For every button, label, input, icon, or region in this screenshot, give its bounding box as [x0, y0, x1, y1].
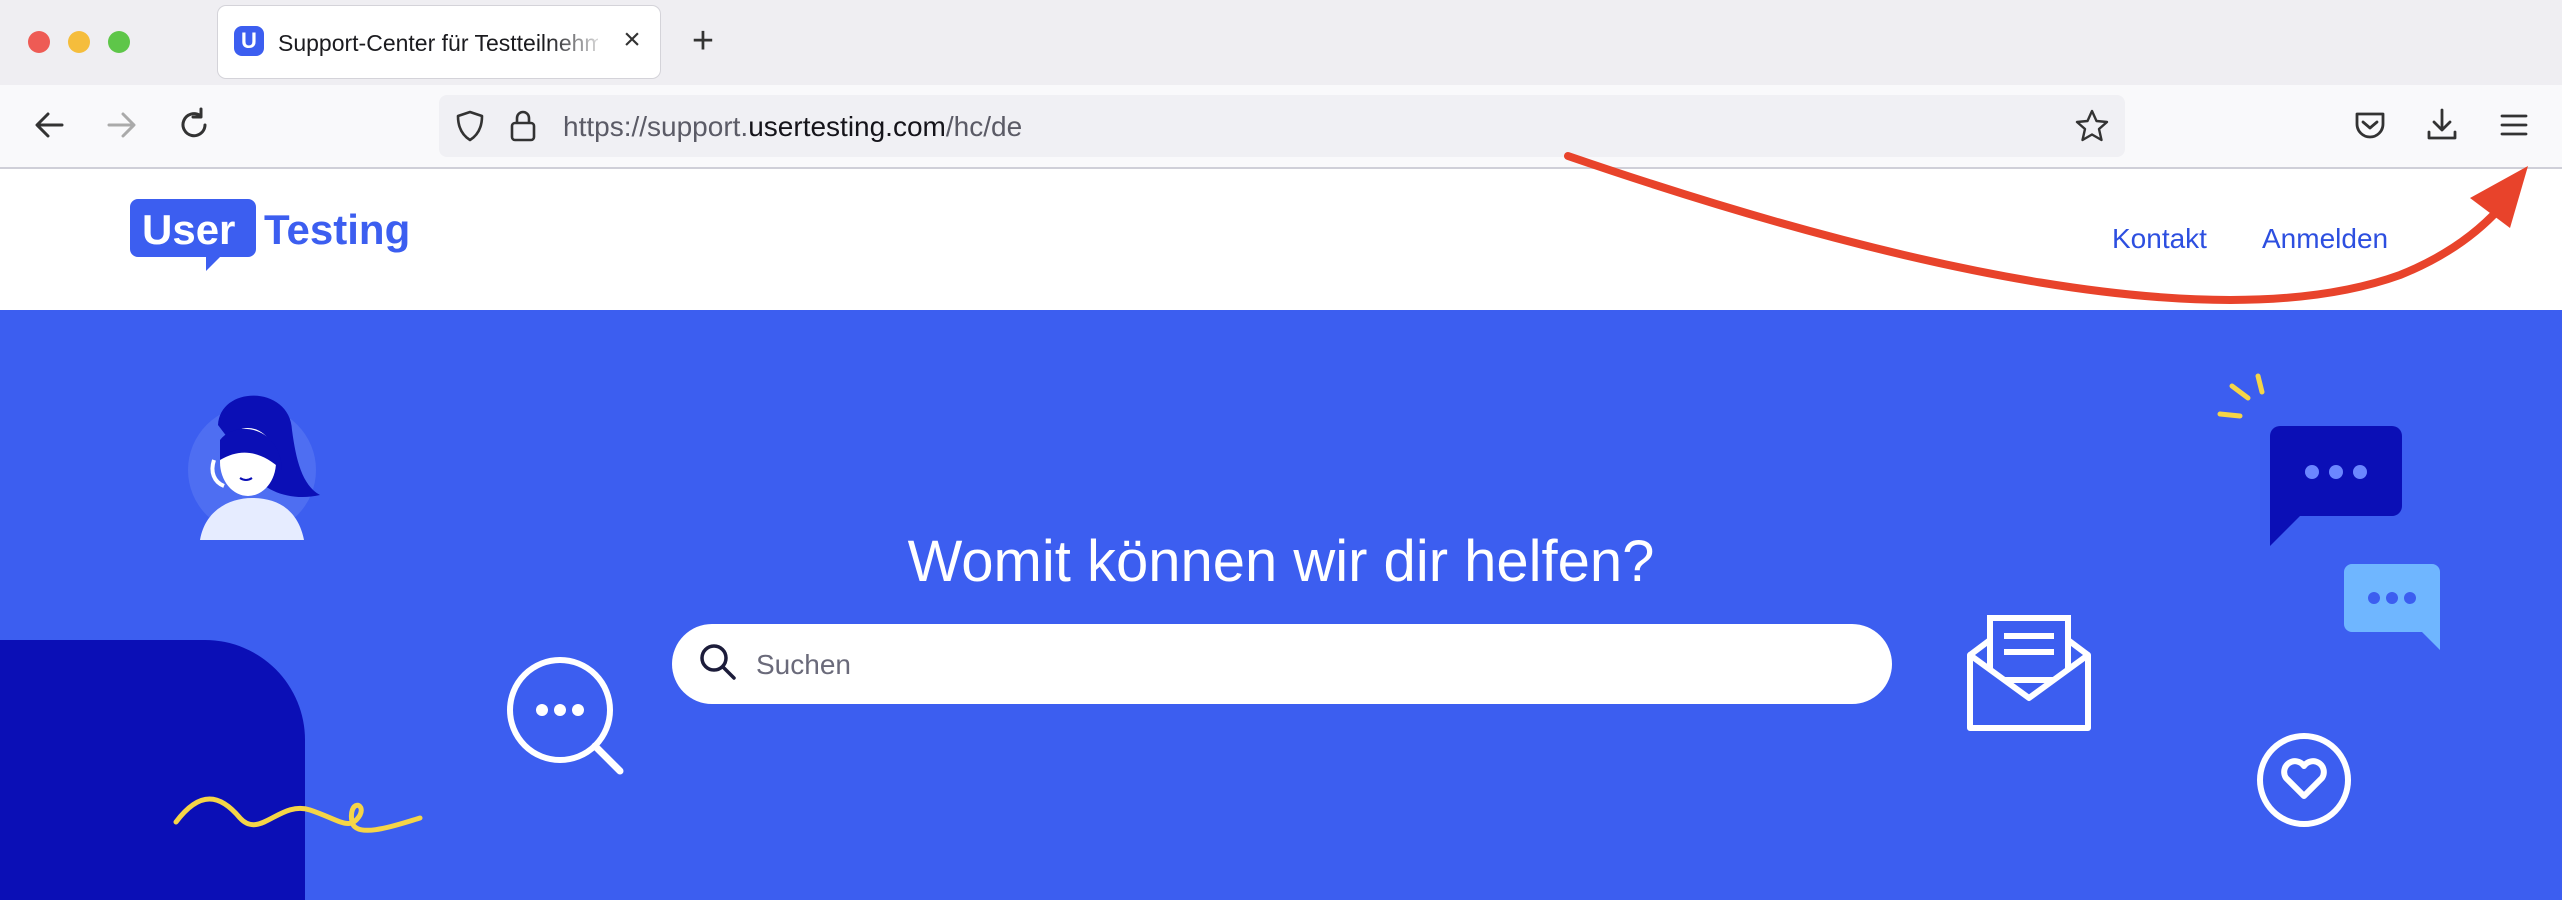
- annotation-arrow: [1564, 152, 2528, 304]
